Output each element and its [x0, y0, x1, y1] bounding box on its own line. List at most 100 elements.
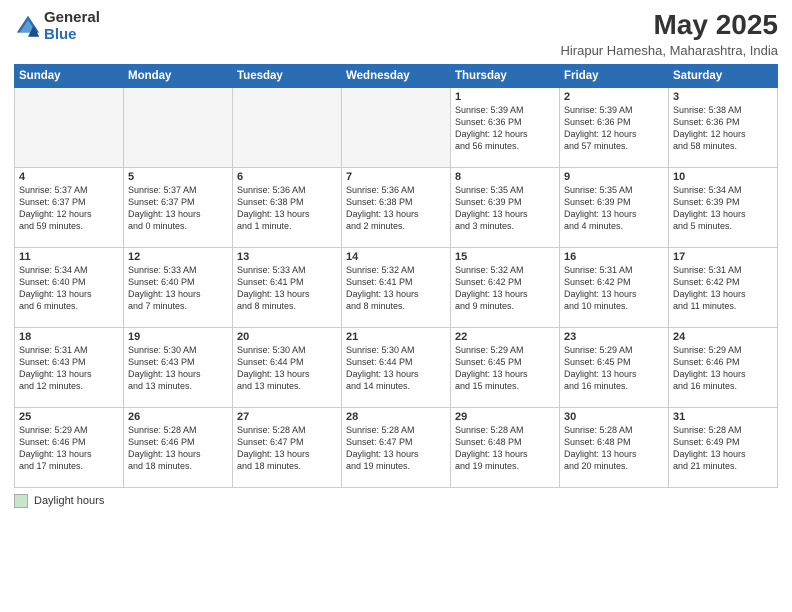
calendar-week-4: 18Sunrise: 5:31 AM Sunset: 6:43 PM Dayli…: [15, 327, 778, 407]
cell-text: Sunrise: 5:36 AM Sunset: 6:38 PM Dayligh…: [346, 184, 446, 233]
weekday-header-friday: Friday: [560, 64, 669, 87]
legend-label: Daylight hours: [34, 495, 104, 507]
cell-text: Sunrise: 5:28 AM Sunset: 6:46 PM Dayligh…: [128, 424, 228, 473]
day-number: 6: [237, 171, 337, 183]
calendar-cell: 18Sunrise: 5:31 AM Sunset: 6:43 PM Dayli…: [15, 327, 124, 407]
calendar-cell: 21Sunrise: 5:30 AM Sunset: 6:44 PM Dayli…: [342, 327, 451, 407]
day-number: 20: [237, 331, 337, 343]
cell-text: Sunrise: 5:33 AM Sunset: 6:40 PM Dayligh…: [128, 264, 228, 313]
cell-text: Sunrise: 5:29 AM Sunset: 6:45 PM Dayligh…: [455, 344, 555, 393]
day-number: 11: [19, 251, 119, 263]
cell-text: Sunrise: 5:34 AM Sunset: 6:40 PM Dayligh…: [19, 264, 119, 313]
calendar-cell: 4Sunrise: 5:37 AM Sunset: 6:37 PM Daylig…: [15, 167, 124, 247]
day-number: 10: [673, 171, 773, 183]
calendar-week-3: 11Sunrise: 5:34 AM Sunset: 6:40 PM Dayli…: [15, 247, 778, 327]
day-number: 16: [564, 251, 664, 263]
logo-general-text: General: [44, 10, 100, 27]
day-number: 22: [455, 331, 555, 343]
calendar-cell: 25Sunrise: 5:29 AM Sunset: 6:46 PM Dayli…: [15, 407, 124, 487]
calendar-week-1: 1Sunrise: 5:39 AM Sunset: 6:36 PM Daylig…: [15, 87, 778, 167]
legend-box: [14, 494, 28, 508]
weekday-header-wednesday: Wednesday: [342, 64, 451, 87]
calendar-cell: 29Sunrise: 5:28 AM Sunset: 6:48 PM Dayli…: [451, 407, 560, 487]
cell-text: Sunrise: 5:31 AM Sunset: 6:42 PM Dayligh…: [564, 264, 664, 313]
calendar-cell: 5Sunrise: 5:37 AM Sunset: 6:37 PM Daylig…: [124, 167, 233, 247]
calendar-cell: 22Sunrise: 5:29 AM Sunset: 6:45 PM Dayli…: [451, 327, 560, 407]
calendar-cell: 13Sunrise: 5:33 AM Sunset: 6:41 PM Dayli…: [233, 247, 342, 327]
day-number: 9: [564, 171, 664, 183]
day-number: 2: [564, 91, 664, 103]
footer: Daylight hours: [14, 494, 778, 508]
cell-text: Sunrise: 5:28 AM Sunset: 6:47 PM Dayligh…: [237, 424, 337, 473]
day-number: 25: [19, 411, 119, 423]
calendar-week-2: 4Sunrise: 5:37 AM Sunset: 6:37 PM Daylig…: [15, 167, 778, 247]
cell-text: Sunrise: 5:32 AM Sunset: 6:41 PM Dayligh…: [346, 264, 446, 313]
cell-text: Sunrise: 5:30 AM Sunset: 6:44 PM Dayligh…: [237, 344, 337, 393]
logo-blue-text: Blue: [44, 27, 100, 44]
day-number: 4: [19, 171, 119, 183]
calendar-cell: [342, 87, 451, 167]
day-number: 19: [128, 331, 228, 343]
cell-text: Sunrise: 5:38 AM Sunset: 6:36 PM Dayligh…: [673, 104, 773, 153]
calendar-cell: 16Sunrise: 5:31 AM Sunset: 6:42 PM Dayli…: [560, 247, 669, 327]
day-number: 12: [128, 251, 228, 263]
day-number: 18: [19, 331, 119, 343]
calendar-cell: 27Sunrise: 5:28 AM Sunset: 6:47 PM Dayli…: [233, 407, 342, 487]
calendar-cell: 23Sunrise: 5:29 AM Sunset: 6:45 PM Dayli…: [560, 327, 669, 407]
logo-icon: [14, 13, 42, 41]
calendar-cell: 12Sunrise: 5:33 AM Sunset: 6:40 PM Dayli…: [124, 247, 233, 327]
day-number: 28: [346, 411, 446, 423]
cell-text: Sunrise: 5:29 AM Sunset: 6:46 PM Dayligh…: [673, 344, 773, 393]
weekday-header-thursday: Thursday: [451, 64, 560, 87]
day-number: 14: [346, 251, 446, 263]
day-number: 3: [673, 91, 773, 103]
calendar-cell: 9Sunrise: 5:35 AM Sunset: 6:39 PM Daylig…: [560, 167, 669, 247]
cell-text: Sunrise: 5:35 AM Sunset: 6:39 PM Dayligh…: [455, 184, 555, 233]
cell-text: Sunrise: 5:29 AM Sunset: 6:45 PM Dayligh…: [564, 344, 664, 393]
calendar-cell: 17Sunrise: 5:31 AM Sunset: 6:42 PM Dayli…: [669, 247, 778, 327]
calendar-cell: 6Sunrise: 5:36 AM Sunset: 6:38 PM Daylig…: [233, 167, 342, 247]
cell-text: Sunrise: 5:37 AM Sunset: 6:37 PM Dayligh…: [19, 184, 119, 233]
calendar-cell: 28Sunrise: 5:28 AM Sunset: 6:47 PM Dayli…: [342, 407, 451, 487]
calendar-cell: 26Sunrise: 5:28 AM Sunset: 6:46 PM Dayli…: [124, 407, 233, 487]
calendar-week-5: 25Sunrise: 5:29 AM Sunset: 6:46 PM Dayli…: [15, 407, 778, 487]
weekday-header-sunday: Sunday: [15, 64, 124, 87]
day-number: 24: [673, 331, 773, 343]
day-number: 15: [455, 251, 555, 263]
day-number: 23: [564, 331, 664, 343]
cell-text: Sunrise: 5:29 AM Sunset: 6:46 PM Dayligh…: [19, 424, 119, 473]
day-number: 5: [128, 171, 228, 183]
weekday-header-saturday: Saturday: [669, 64, 778, 87]
day-number: 13: [237, 251, 337, 263]
weekday-header-monday: Monday: [124, 64, 233, 87]
weekday-header-row: SundayMondayTuesdayWednesdayThursdayFrid…: [15, 64, 778, 87]
day-number: 17: [673, 251, 773, 263]
cell-text: Sunrise: 5:28 AM Sunset: 6:48 PM Dayligh…: [455, 424, 555, 473]
day-number: 30: [564, 411, 664, 423]
day-number: 1: [455, 91, 555, 103]
day-number: 27: [237, 411, 337, 423]
calendar-cell: 3Sunrise: 5:38 AM Sunset: 6:36 PM Daylig…: [669, 87, 778, 167]
logo: General Blue: [14, 10, 100, 43]
subtitle: Hirapur Hamesha, Maharashtra, India: [561, 43, 779, 58]
cell-text: Sunrise: 5:39 AM Sunset: 6:36 PM Dayligh…: [455, 104, 555, 153]
calendar-cell: 2Sunrise: 5:39 AM Sunset: 6:36 PM Daylig…: [560, 87, 669, 167]
calendar-cell: 15Sunrise: 5:32 AM Sunset: 6:42 PM Dayli…: [451, 247, 560, 327]
cell-text: Sunrise: 5:28 AM Sunset: 6:49 PM Dayligh…: [673, 424, 773, 473]
calendar-cell: 20Sunrise: 5:30 AM Sunset: 6:44 PM Dayli…: [233, 327, 342, 407]
logo-text: General Blue: [44, 10, 100, 43]
day-number: 21: [346, 331, 446, 343]
day-number: 29: [455, 411, 555, 423]
cell-text: Sunrise: 5:28 AM Sunset: 6:48 PM Dayligh…: [564, 424, 664, 473]
cell-text: Sunrise: 5:28 AM Sunset: 6:47 PM Dayligh…: [346, 424, 446, 473]
calendar-cell: [15, 87, 124, 167]
calendar-cell: 31Sunrise: 5:28 AM Sunset: 6:49 PM Dayli…: [669, 407, 778, 487]
calendar-cell: 19Sunrise: 5:30 AM Sunset: 6:43 PM Dayli…: [124, 327, 233, 407]
calendar-table: SundayMondayTuesdayWednesdayThursdayFrid…: [14, 64, 778, 488]
day-number: 31: [673, 411, 773, 423]
calendar-cell: 30Sunrise: 5:28 AM Sunset: 6:48 PM Dayli…: [560, 407, 669, 487]
cell-text: Sunrise: 5:30 AM Sunset: 6:43 PM Dayligh…: [128, 344, 228, 393]
day-number: 8: [455, 171, 555, 183]
cell-text: Sunrise: 5:31 AM Sunset: 6:42 PM Dayligh…: [673, 264, 773, 313]
calendar-cell: [124, 87, 233, 167]
